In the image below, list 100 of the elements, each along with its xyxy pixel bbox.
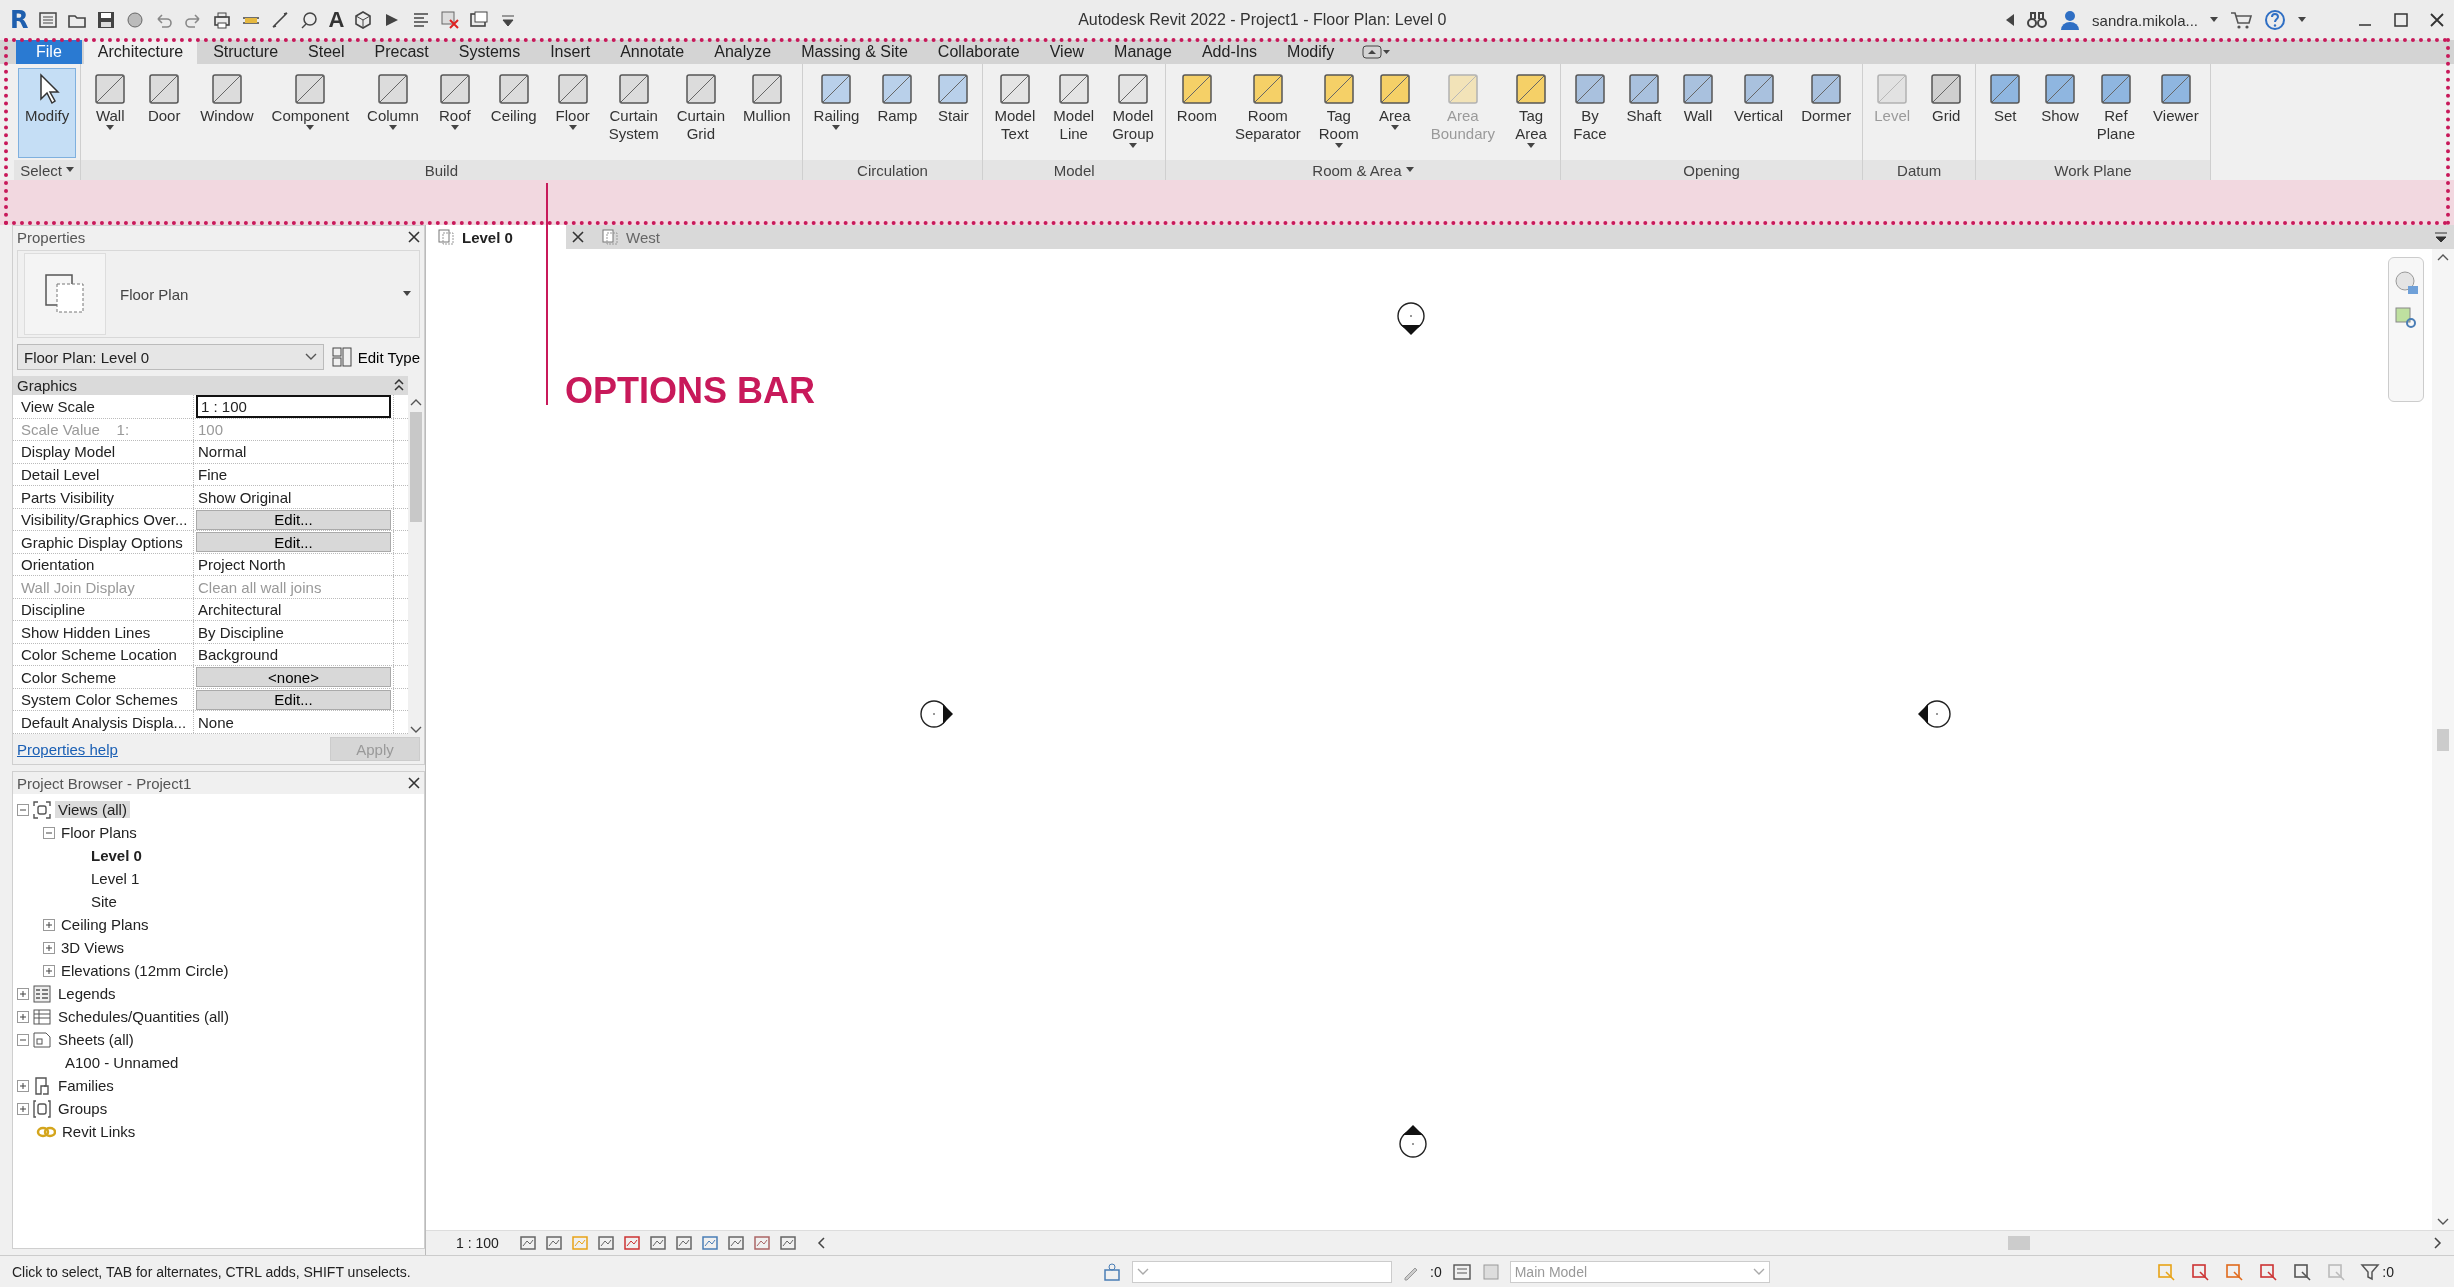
close-views-icon[interactable] <box>440 10 461 30</box>
cart-icon[interactable] <box>2230 10 2252 30</box>
tree-item[interactable]: Ceiling Plans <box>58 916 152 933</box>
edit-button[interactable]: Edit... <box>196 509 391 530</box>
ribbon-button[interactable]: Window <box>193 68 261 158</box>
properties-help-link[interactable]: Properties help <box>17 740 118 758</box>
panel-title[interactable]: Select <box>14 160 81 180</box>
tree-item[interactable]: Revit Links <box>59 1123 139 1140</box>
ribbon-button[interactable]: Ref Plane <box>2089 68 2143 158</box>
ribbon-tab[interactable]: Steel <box>294 40 359 64</box>
triangle-left-icon[interactable] <box>2006 14 2015 26</box>
ribbon-tab[interactable]: Insert <box>536 40 605 64</box>
edit-button[interactable]: <none> <box>196 667 391 688</box>
filter-icon[interactable] <box>2360 1262 2381 1282</box>
expander-icon[interactable] <box>17 1102 29 1115</box>
ribbon-button[interactable]: Component <box>264 68 357 158</box>
ribbon-button[interactable]: Viewer <box>2146 68 2206 158</box>
ribbon-tab[interactable]: Architecture <box>83 40 198 64</box>
ribbon-button[interactable]: Model Group <box>1105 68 1161 158</box>
ribbon-button[interactable]: Curtain System <box>601 68 666 158</box>
dimension-icon[interactable] <box>270 10 291 30</box>
tree-item[interactable]: Elevations (12mm Circle) <box>58 962 232 979</box>
ribbon-button[interactable]: Tag Area <box>1506 68 1556 158</box>
edit-button[interactable]: Edit... <box>196 532 391 553</box>
ribbon-button[interactable]: Floor <box>547 68 598 158</box>
edit-type-button[interactable]: Edit Type <box>331 347 420 367</box>
ribbon-button[interactable]: Curtain Grid <box>669 68 733 158</box>
expander-icon[interactable] <box>17 1033 29 1046</box>
text-tool[interactable]: A <box>328 7 345 33</box>
ribbon-tab[interactable]: Modify <box>1273 40 1349 64</box>
ribbon-button[interactable]: Set <box>1980 68 2031 158</box>
ribbon-button[interactable]: Ceiling <box>483 68 544 158</box>
expander-icon[interactable] <box>17 1079 29 1092</box>
ribbon-button[interactable]: Railing <box>806 68 867 158</box>
tree-item[interactable]: A100 - Unnamed <box>62 1054 182 1071</box>
ribbon-button[interactable]: Model Line <box>1046 68 1102 158</box>
switch-windows-icon[interactable] <box>469 10 490 30</box>
ribbon-button[interactable]: Room Separator <box>1227 68 1308 158</box>
print-icon[interactable] <box>212 10 233 30</box>
ribbon-tab[interactable]: Collaborate <box>923 40 1034 64</box>
document-tab[interactable]: Level 0 <box>426 225 566 249</box>
ribbon-button[interactable]: Mullion <box>736 68 798 158</box>
close-icon[interactable] <box>572 231 584 243</box>
app-menu-icon[interactable] <box>38 10 59 30</box>
edit-button[interactable]: Edit... <box>196 689 391 710</box>
ribbon-tab[interactable]: Add-Ins <box>1187 40 1272 64</box>
scroll-thumb[interactable] <box>410 412 422 522</box>
ribbon-tab[interactable]: Systems <box>444 40 535 64</box>
ribbon-button[interactable]: By Face <box>1565 68 1615 158</box>
ribbon-button[interactable]: Modify <box>18 68 77 158</box>
scrollbar[interactable] <box>2432 249 2454 1230</box>
ribbon-tab[interactable]: Annotate <box>606 40 699 64</box>
type-selector[interactable]: Floor Plan <box>17 250 420 338</box>
worksets-icon[interactable] <box>1102 1262 1122 1282</box>
panel-title[interactable]: Room & Area <box>1165 160 1560 180</box>
ribbon-tab[interactable]: Manage <box>1100 40 1186 64</box>
ribbon-button[interactable]: Door <box>139 68 190 158</box>
tree-item[interactable]: Site <box>88 893 120 910</box>
ribbon-button[interactable]: Room <box>1169 68 1224 158</box>
expander-icon[interactable] <box>43 941 55 954</box>
tree-item[interactable]: Floor Plans <box>58 824 140 841</box>
design-options-icon[interactable] <box>1451 1263 1472 1281</box>
app-logo[interactable]: R <box>10 6 29 34</box>
ribbon-button[interactable]: Vertical <box>1727 68 1791 158</box>
close-icon[interactable] <box>408 777 420 789</box>
instance-dropdown[interactable]: Floor Plan: Level 0 <box>17 344 324 370</box>
ribbon-button[interactable]: Roof <box>429 68 480 158</box>
view-scale[interactable]: 1 : 100 <box>456 1235 499 1251</box>
ribbon-button[interactable]: Shaft <box>1619 68 1669 158</box>
tree-item[interactable]: Groups <box>55 1100 111 1117</box>
expander-icon[interactable] <box>17 987 29 1000</box>
ribbon-tab[interactable]: Analyze <box>700 40 786 64</box>
ribbon-button[interactable]: Wall <box>1673 68 1723 158</box>
close-icon[interactable] <box>408 231 420 243</box>
expander-icon[interactable] <box>43 964 55 977</box>
tree-item[interactable]: Views (all) <box>55 801 130 818</box>
cube-icon[interactable] <box>353 10 374 30</box>
ribbon-button[interactable]: Ramp <box>870 68 925 158</box>
scroll-thumb[interactable] <box>2008 1236 2031 1250</box>
tree-item[interactable]: 3D Views <box>58 939 128 956</box>
ribbon-button[interactable]: Area <box>1369 68 1420 158</box>
ribbon-button[interactable]: Column <box>360 68 426 158</box>
binoculars-icon[interactable] <box>2026 10 2049 30</box>
ribbon-button[interactable]: Model Text <box>987 68 1043 158</box>
ribbon-tab[interactable]: Precast <box>360 40 443 64</box>
tree-item[interactable]: Legends <box>55 985 119 1002</box>
value-field[interactable]: 1 : 100 <box>196 394 391 418</box>
group-header[interactable]: Graphics <box>13 376 408 395</box>
panel-toggle-icon[interactable] <box>1362 45 1391 59</box>
ribbon-button[interactable]: Wall <box>85 68 136 158</box>
ribbon-button[interactable]: Tag Room <box>1311 68 1366 158</box>
close-icon[interactable] <box>2430 13 2444 27</box>
ribbon-button[interactable]: Grid <box>1921 68 1972 158</box>
ribbon-tab[interactable]: Massing & Site <box>787 40 922 64</box>
save-icon[interactable] <box>96 10 117 30</box>
tree-item[interactable]: Sheets (all) <box>55 1031 137 1048</box>
ribbon-tab[interactable]: Structure <box>199 40 293 64</box>
tree-item[interactable]: Schedules/Quantities (all) <box>55 1008 232 1025</box>
tree-item[interactable]: Families <box>55 1077 117 1094</box>
user-icon[interactable] <box>2060 10 2081 30</box>
